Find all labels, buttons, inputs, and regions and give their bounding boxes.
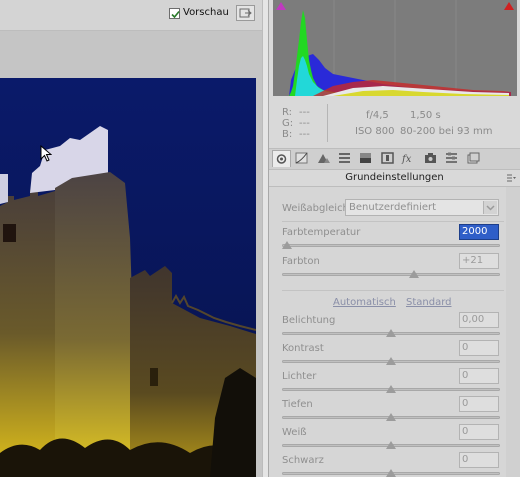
r-value: --- <box>299 107 310 118</box>
white-balance-label: Weißabgleich: <box>282 203 353 214</box>
g-value: --- <box>299 118 310 129</box>
chevron-down-icon <box>483 201 497 214</box>
svg-text:fx: fx <box>401 154 412 165</box>
exposure-slider-thumb[interactable] <box>386 329 396 337</box>
panel-menu-icon[interactable] <box>506 174 516 183</box>
camera-calibration-icon[interactable] <box>422 150 441 167</box>
preview-toolbar: Vorschau <box>0 0 262 31</box>
lens-info: 80-200 bei 93 mm <box>400 126 493 137</box>
fullscreen-button[interactable] <box>236 5 255 21</box>
whites-field[interactable]: 0 <box>459 424 499 440</box>
checkmark-icon <box>171 10 180 19</box>
info-separator <box>327 104 328 142</box>
tint-field[interactable]: +21 <box>459 253 499 269</box>
temperature-label: Farbtemperatur <box>282 227 361 238</box>
g-label: G: <box>282 118 294 129</box>
temperature-field[interactable]: 2000 <box>459 224 499 240</box>
default-link[interactable]: Standard <box>406 297 452 308</box>
snapshots-icon[interactable] <box>465 150 484 167</box>
shadows-slider-thumb[interactable] <box>386 413 396 421</box>
highlights-label: Lichter <box>282 371 317 382</box>
white-balance-value: Benutzerdefiniert <box>349 202 437 213</box>
divider <box>282 221 504 222</box>
basic-adjust-icon[interactable] <box>272 150 291 167</box>
whites-label: Weiß <box>282 427 307 438</box>
shadows-field[interactable]: 0 <box>459 396 499 412</box>
aperture: f/4,5 <box>366 110 389 121</box>
mouse-pointer-icon <box>40 145 52 162</box>
tint-label: Farbton <box>282 256 320 267</box>
presets-icon[interactable] <box>443 150 462 167</box>
fx-icon[interactable]: fx <box>400 150 419 167</box>
blacks-slider-thumb[interactable] <box>386 469 396 477</box>
auto-link[interactable]: Automatisch <box>333 297 396 308</box>
tone-curve-icon[interactable] <box>293 150 312 167</box>
highlights-slider-thumb[interactable] <box>386 385 396 393</box>
photo-preview[interactable] <box>0 78 256 477</box>
blacks-label: Schwarz <box>282 455 324 466</box>
shutter-speed: 1,50 s <box>410 110 441 121</box>
b-value: --- <box>299 129 310 140</box>
panel-tabs: fx <box>269 148 520 170</box>
panel-scrollbar[interactable] <box>506 187 520 477</box>
contrast-slider-thumb[interactable] <box>386 357 396 365</box>
divider <box>282 290 504 291</box>
preview-area: Vorschau <box>0 0 262 477</box>
r-label: R: <box>282 107 293 118</box>
temperature-slider-track[interactable] <box>282 244 500 247</box>
exposure-field[interactable]: 0,00 <box>459 312 499 328</box>
white-balance-select[interactable]: Benutzerdefiniert <box>345 199 499 216</box>
preview-label[interactable]: Vorschau <box>183 7 229 18</box>
tint-slider-track[interactable] <box>282 273 500 276</box>
fullscreen-icon <box>239 8 252 18</box>
lens-icon[interactable] <box>379 150 398 167</box>
adjustment-panel: R: --- G: --- B: --- f/4,5 1,50 s ISO 80… <box>269 0 520 477</box>
contrast-label: Kontrast <box>282 343 324 354</box>
blacks-field[interactable]: 0 <box>459 452 499 468</box>
preview-checkbox[interactable] <box>169 8 180 19</box>
detail-icon[interactable] <box>315 150 334 167</box>
exposure-label: Belichtung <box>282 315 336 326</box>
hsl-icon[interactable] <box>336 150 355 167</box>
whites-slider-thumb[interactable] <box>386 441 396 449</box>
histogram <box>273 0 517 96</box>
highlight-clipping-icon[interactable] <box>503 1 515 11</box>
b-label: B: <box>282 129 293 140</box>
panel-divider[interactable] <box>262 0 269 477</box>
contrast-field[interactable]: 0 <box>459 340 499 356</box>
section-title: Grundeinstellungen <box>269 170 520 187</box>
split-toning-icon[interactable] <box>357 150 376 167</box>
shadows-label: Tiefen <box>282 399 313 410</box>
temperature-slider-thumb[interactable] <box>282 241 292 249</box>
shadow-clipping-icon[interactable] <box>275 1 287 11</box>
highlights-field[interactable]: 0 <box>459 368 499 384</box>
tint-slider-thumb[interactable] <box>408 270 419 278</box>
iso: ISO 800 <box>355 126 395 137</box>
